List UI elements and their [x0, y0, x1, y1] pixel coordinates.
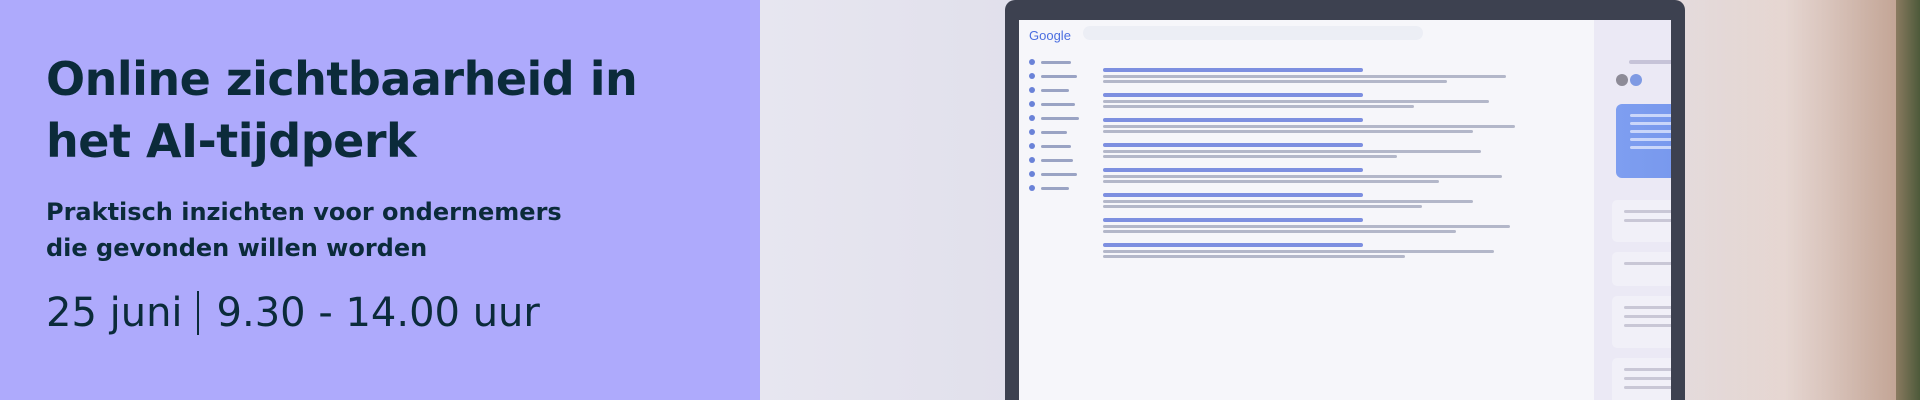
sidebar-row — [1029, 56, 1091, 68]
plant-edge — [1896, 0, 1920, 400]
search-result — [1103, 93, 1523, 108]
laptop-screen: Google — [1019, 20, 1671, 400]
event-title-line2: het AI-tijdperk — [46, 114, 417, 168]
sidebar-row — [1029, 140, 1091, 152]
event-date: 25 juni — [46, 290, 183, 336]
event-time: 9.30 - 14.00 uur — [216, 290, 540, 336]
sidebar-row — [1029, 84, 1091, 96]
sidebar-row — [1029, 112, 1091, 124]
search-result — [1103, 118, 1523, 133]
event-subtitle-line2: die gevonden willen worden — [46, 234, 428, 262]
ai-chat-card — [1612, 296, 1671, 348]
sidebar-row — [1029, 182, 1091, 194]
laptop: Google — [1005, 0, 1685, 400]
hero-photo: Google — [760, 0, 1920, 400]
date-time-separator — [196, 291, 199, 335]
search-sidebar — [1029, 56, 1091, 196]
event-subtitle: Praktisch inzichten voor ondernemers die… — [46, 194, 760, 266]
ai-chat-card — [1612, 252, 1671, 286]
sidebar-row — [1029, 126, 1091, 138]
search-result — [1103, 193, 1523, 208]
promo-panel: Online zichtbaarheid in het AI-tijdperk … — [0, 0, 760, 400]
event-date-time: 25 juni 9.30 - 14.00 uur — [46, 286, 760, 340]
ai-chat-header — [1629, 60, 1671, 64]
sidebar-row — [1029, 70, 1091, 82]
ai-chat-card — [1612, 358, 1671, 400]
search-result — [1103, 143, 1523, 158]
event-subtitle-line1: Praktisch inzichten voor ondernemers — [46, 198, 562, 226]
search-result — [1103, 168, 1523, 183]
search-results — [1103, 68, 1523, 268]
sidebar-row — [1029, 168, 1091, 180]
search-engine-logo: Google — [1029, 28, 1071, 43]
event-title-line1: Online zichtbaarheid in — [46, 52, 638, 106]
ai-answer-bubble — [1616, 104, 1671, 178]
search-bar — [1083, 26, 1423, 40]
ai-chat-card — [1612, 200, 1671, 242]
ai-avatars — [1616, 74, 1644, 86]
ai-chat-overlay — [1594, 20, 1671, 400]
sidebar-row — [1029, 98, 1091, 110]
search-result — [1103, 68, 1523, 83]
event-title: Online zichtbaarheid in het AI-tijdperk — [46, 48, 760, 172]
search-result — [1103, 243, 1523, 258]
avatar — [1616, 74, 1628, 86]
avatar — [1630, 74, 1642, 86]
sidebar-row — [1029, 154, 1091, 166]
search-result — [1103, 218, 1523, 233]
